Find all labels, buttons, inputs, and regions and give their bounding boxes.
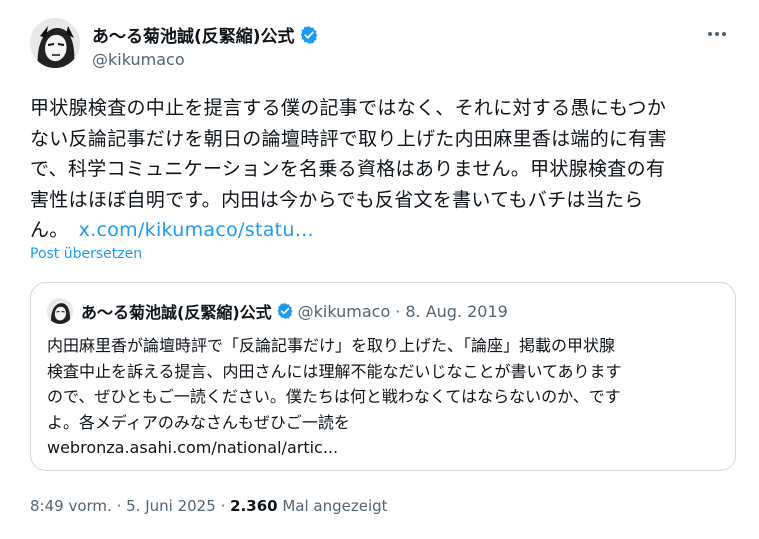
quote-line: よ。各メディアのみなさんもぜひご一読を	[47, 412, 350, 432]
quoted-tweet-header: あ〜る菊池誠(反緊縮)公式 @kikumaco · 8. Aug. 2019	[47, 298, 508, 324]
tweet-text: 甲状腺検査の中止を提言する僕の記事ではなく、それに対する愚にもつか ない反論記事…	[30, 93, 730, 246]
quoted-author-display-name: あ〜る菊池誠(反緊縮)公式	[81, 303, 272, 322]
quoted-author-handle: @kikumaco	[297, 301, 391, 321]
avatar-image-icon	[47, 298, 73, 324]
view-count: 2.360	[230, 497, 278, 515]
tweet-link[interactable]: x.com/kikumaco/statu…	[79, 219, 314, 241]
separator-dot: ·	[220, 497, 226, 515]
quote-line: 検査中止を訴える提言、内田さんには理解不能なだいじなことが書いてあります	[47, 361, 622, 381]
tweet-meta: 8:49 vorm. · 5. Juni 2025 · 2.360 Mal an…	[30, 497, 388, 515]
verified-badge-icon	[300, 25, 317, 44]
tweet-line: ない反論記事だけを朝日の論壇時評で取り上げた内田麻里香は端的に有害	[30, 127, 667, 150]
tweet-line: で、科学コミュニケーションを名乗る資格はありません。甲状腺検査の有	[30, 158, 666, 180]
quoted-tweet[interactable]: あ〜る菊池誠(反緊縮)公式 @kikumaco · 8. Aug. 2019 内…	[30, 282, 736, 471]
author-handle[interactable]: @kikumaco	[92, 50, 185, 69]
tweet-line-last: ん。 x.com/kikumaco/statu…	[30, 215, 730, 246]
quote-line-url: webronza.asahi.com/national/artic...	[47, 438, 339, 457]
tweet-time[interactable]: 8:49 vorm.	[30, 497, 112, 515]
tweet-line: 害性はほぼ自明です。内田は今からでも反省文を書いてもバチは当たら	[30, 188, 644, 211]
author-display-name[interactable]: あ〜る菊池誠(反緊縮)公式	[92, 22, 295, 47]
quote-line: ので、ぜひともご一読ください。僕たちは何と戦わなくてはならないのか、です	[47, 387, 621, 406]
tweet-line-text: ん。	[30, 219, 69, 241]
tweet-date[interactable]: 5. Juni 2025	[126, 497, 216, 515]
quoted-tweet-text: 内田麻里香が論壇時評で「反論記事だけ」を取り上げた、「論座」掲載の甲状腺 検査中…	[47, 333, 727, 461]
separator-dot: ·	[395, 301, 401, 321]
quoted-author-avatar	[47, 298, 73, 324]
author-name-row: あ〜る菊池誠(反緊縮)公式	[92, 22, 319, 47]
translate-post-link[interactable]: Post übersetzen	[30, 246, 142, 262]
tweet-header: あ〜る菊池誠(反緊縮)公式 @kikumaco	[30, 18, 730, 74]
author-avatar[interactable]	[30, 18, 80, 68]
verified-badge-icon	[277, 303, 293, 319]
tweet-line: 甲状腺検査の中止を提言する僕の記事ではなく、それに対する愚にもつか	[30, 97, 667, 119]
view-count-label: Mal angezeigt	[282, 497, 388, 515]
avatar-image-icon	[30, 18, 80, 68]
quoted-tweet-date: 8. Aug. 2019	[405, 301, 508, 321]
more-options-icon[interactable]	[704, 24, 730, 44]
separator-dot: ·	[116, 497, 122, 515]
quote-line: 内田麻里香が論壇時評で「反論記事だけ」を取り上げた、「論座」掲載の甲状腺	[47, 336, 616, 355]
